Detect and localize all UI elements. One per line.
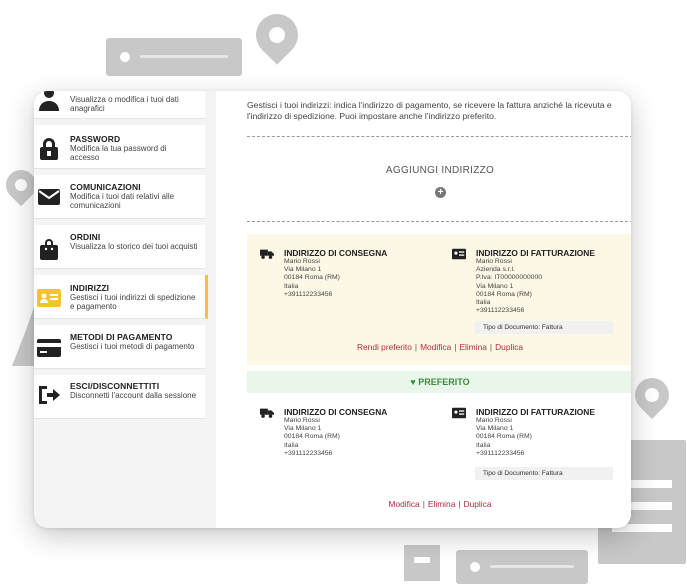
addresses-panel: Gestisci i tuoi indirizzi: indica l'indi… bbox=[247, 91, 631, 528]
shopping-bag-icon bbox=[40, 239, 58, 260]
sidebar-item-password[interactable]: PASSWORD Modifica la tua password di acc… bbox=[34, 125, 205, 169]
sidebar-item-desc: Modifica i tuoi dati relativi alle comun… bbox=[70, 192, 175, 210]
address-lines: Mario Rossi Azienda s.r.l. P.Iva: IT0000… bbox=[476, 258, 543, 315]
billing-address-title: INDIRIZZO DI FATTURAZIONE bbox=[476, 407, 595, 417]
decorative-pill-bottom bbox=[456, 550, 588, 584]
lock-icon bbox=[40, 138, 58, 160]
sidebar-item-title: PASSWORD bbox=[70, 134, 121, 144]
sidebar-item-logout[interactable]: ESCI/DISCONNETTITI Disconnetti l'account… bbox=[34, 375, 205, 419]
decorative-map-pin-top bbox=[247, 5, 307, 65]
id-card-icon bbox=[452, 407, 466, 419]
address-lines: Mario Rossi Via Milano 1 00184 Roma (RM)… bbox=[476, 417, 532, 457]
plus-icon: + bbox=[435, 187, 446, 198]
sidebar-item-title: COMUNICAZIONI bbox=[70, 182, 141, 192]
page-title-cropped bbox=[247, 91, 250, 97]
billing-address-title: INDIRIZZO DI FATTURAZIONE bbox=[476, 248, 595, 258]
decorative-map-pin-right bbox=[627, 370, 677, 420]
address-actions: Rendi preferito | Modifica | Elimina | Duplica bbox=[356, 342, 524, 352]
add-address-button[interactable]: AGGIUNGI INDIRIZZO + bbox=[247, 136, 631, 222]
address-card: INDIRIZZO DI CONSEGNA Mario Rossi Via Mi… bbox=[247, 234, 631, 365]
id-card-icon bbox=[37, 289, 61, 307]
account-card: Visualizza o modifica i tuoi dati anagra… bbox=[34, 91, 631, 528]
sidebar-item-title: INDIRIZZI bbox=[70, 283, 110, 293]
sidebar-item-desc: Gestisci i tuoi indirizzi di spedizione … bbox=[70, 293, 196, 311]
sidebar-item-communications[interactable]: COMUNICAZIONI Modifica i tuoi dati relat… bbox=[34, 175, 205, 219]
make-preferred-link[interactable]: Rendi preferito bbox=[357, 342, 412, 352]
delete-link[interactable]: Elimina bbox=[428, 499, 455, 509]
address-card-preferred: ♥ PREFERITO INDIRIZZO DI CONSEGNA Mario … bbox=[247, 371, 631, 528]
decorative-box bbox=[404, 545, 440, 581]
duplicate-link[interactable]: Duplica bbox=[464, 499, 492, 509]
document-type-badge: Tipo di Documento: Fattura bbox=[475, 467, 613, 480]
preferred-badge: ♥ PREFERITO bbox=[247, 371, 631, 393]
shipping-address-title: INDIRIZZO DI CONSEGNA bbox=[284, 407, 388, 417]
sidebar-item-desc: Gestisci i tuoi metodi di pagamento bbox=[70, 342, 195, 351]
sidebar-item-addresses[interactable]: INDIRIZZI Gestisci i tuoi indirizzi di s… bbox=[34, 275, 208, 319]
duplicate-link[interactable]: Duplica bbox=[495, 342, 523, 352]
sidebar-item-desc: Visualizza o modifica i tuoi dati anagra… bbox=[70, 95, 179, 113]
shipping-address-title: INDIRIZZO DI CONSEGNA bbox=[284, 248, 388, 258]
sidebar-item-title: ESCI/DISCONNETTITI bbox=[70, 381, 160, 391]
edit-link[interactable]: Modifica bbox=[420, 342, 451, 352]
sidebar-item-desc: Visualizza lo storico dei tuoi acquisti bbox=[70, 242, 198, 251]
edit-link[interactable]: Modifica bbox=[389, 499, 420, 509]
sidebar-item-payment-methods[interactable]: METODI DI PAGAMENTO Gestisci i tuoi meto… bbox=[34, 325, 205, 369]
heart-icon: ♥ bbox=[410, 377, 416, 387]
sidebar-item-desc: Modifica la tua password di accesso bbox=[70, 144, 167, 162]
truck-icon bbox=[260, 249, 274, 259]
sidebar-item-title: ORDINI bbox=[70, 232, 101, 242]
credit-card-icon bbox=[37, 339, 61, 357]
truck-icon bbox=[260, 408, 274, 418]
logout-icon bbox=[39, 386, 60, 404]
sidebar-item-orders[interactable]: ORDINI Visualizza lo storico dei tuoi ac… bbox=[34, 225, 205, 269]
address-lines: Mario Rossi Via Milano 1 00184 Roma (RM)… bbox=[284, 258, 340, 298]
preferred-label: PREFERITO bbox=[418, 377, 470, 387]
id-card-icon bbox=[452, 248, 466, 260]
envelope-icon bbox=[38, 189, 60, 205]
add-address-label: AGGIUNGI INDIRIZZO bbox=[385, 165, 495, 176]
decorative-pill-top bbox=[106, 38, 242, 76]
document-type-badge: Tipo di Documento: Fattura bbox=[475, 321, 613, 334]
user-icon bbox=[39, 91, 59, 111]
sidebar-item-profile[interactable]: Visualizza o modifica i tuoi dati anagra… bbox=[34, 91, 205, 119]
address-lines: Mario Rossi Via Milano 1 00184 Roma (RM)… bbox=[284, 417, 340, 457]
sidebar-item-desc: Disconnetti l'account dalla sessione bbox=[70, 391, 197, 400]
page-intro: Gestisci i tuoi indirizzi: indica l'indi… bbox=[247, 100, 612, 121]
delete-link[interactable]: Elimina bbox=[459, 342, 486, 352]
account-sidebar: Visualizza o modifica i tuoi dati anagra… bbox=[34, 91, 216, 528]
address-actions: Modifica | Elimina | Duplica bbox=[388, 499, 492, 509]
sidebar-item-title: METODI DI PAGAMENTO bbox=[70, 332, 173, 342]
